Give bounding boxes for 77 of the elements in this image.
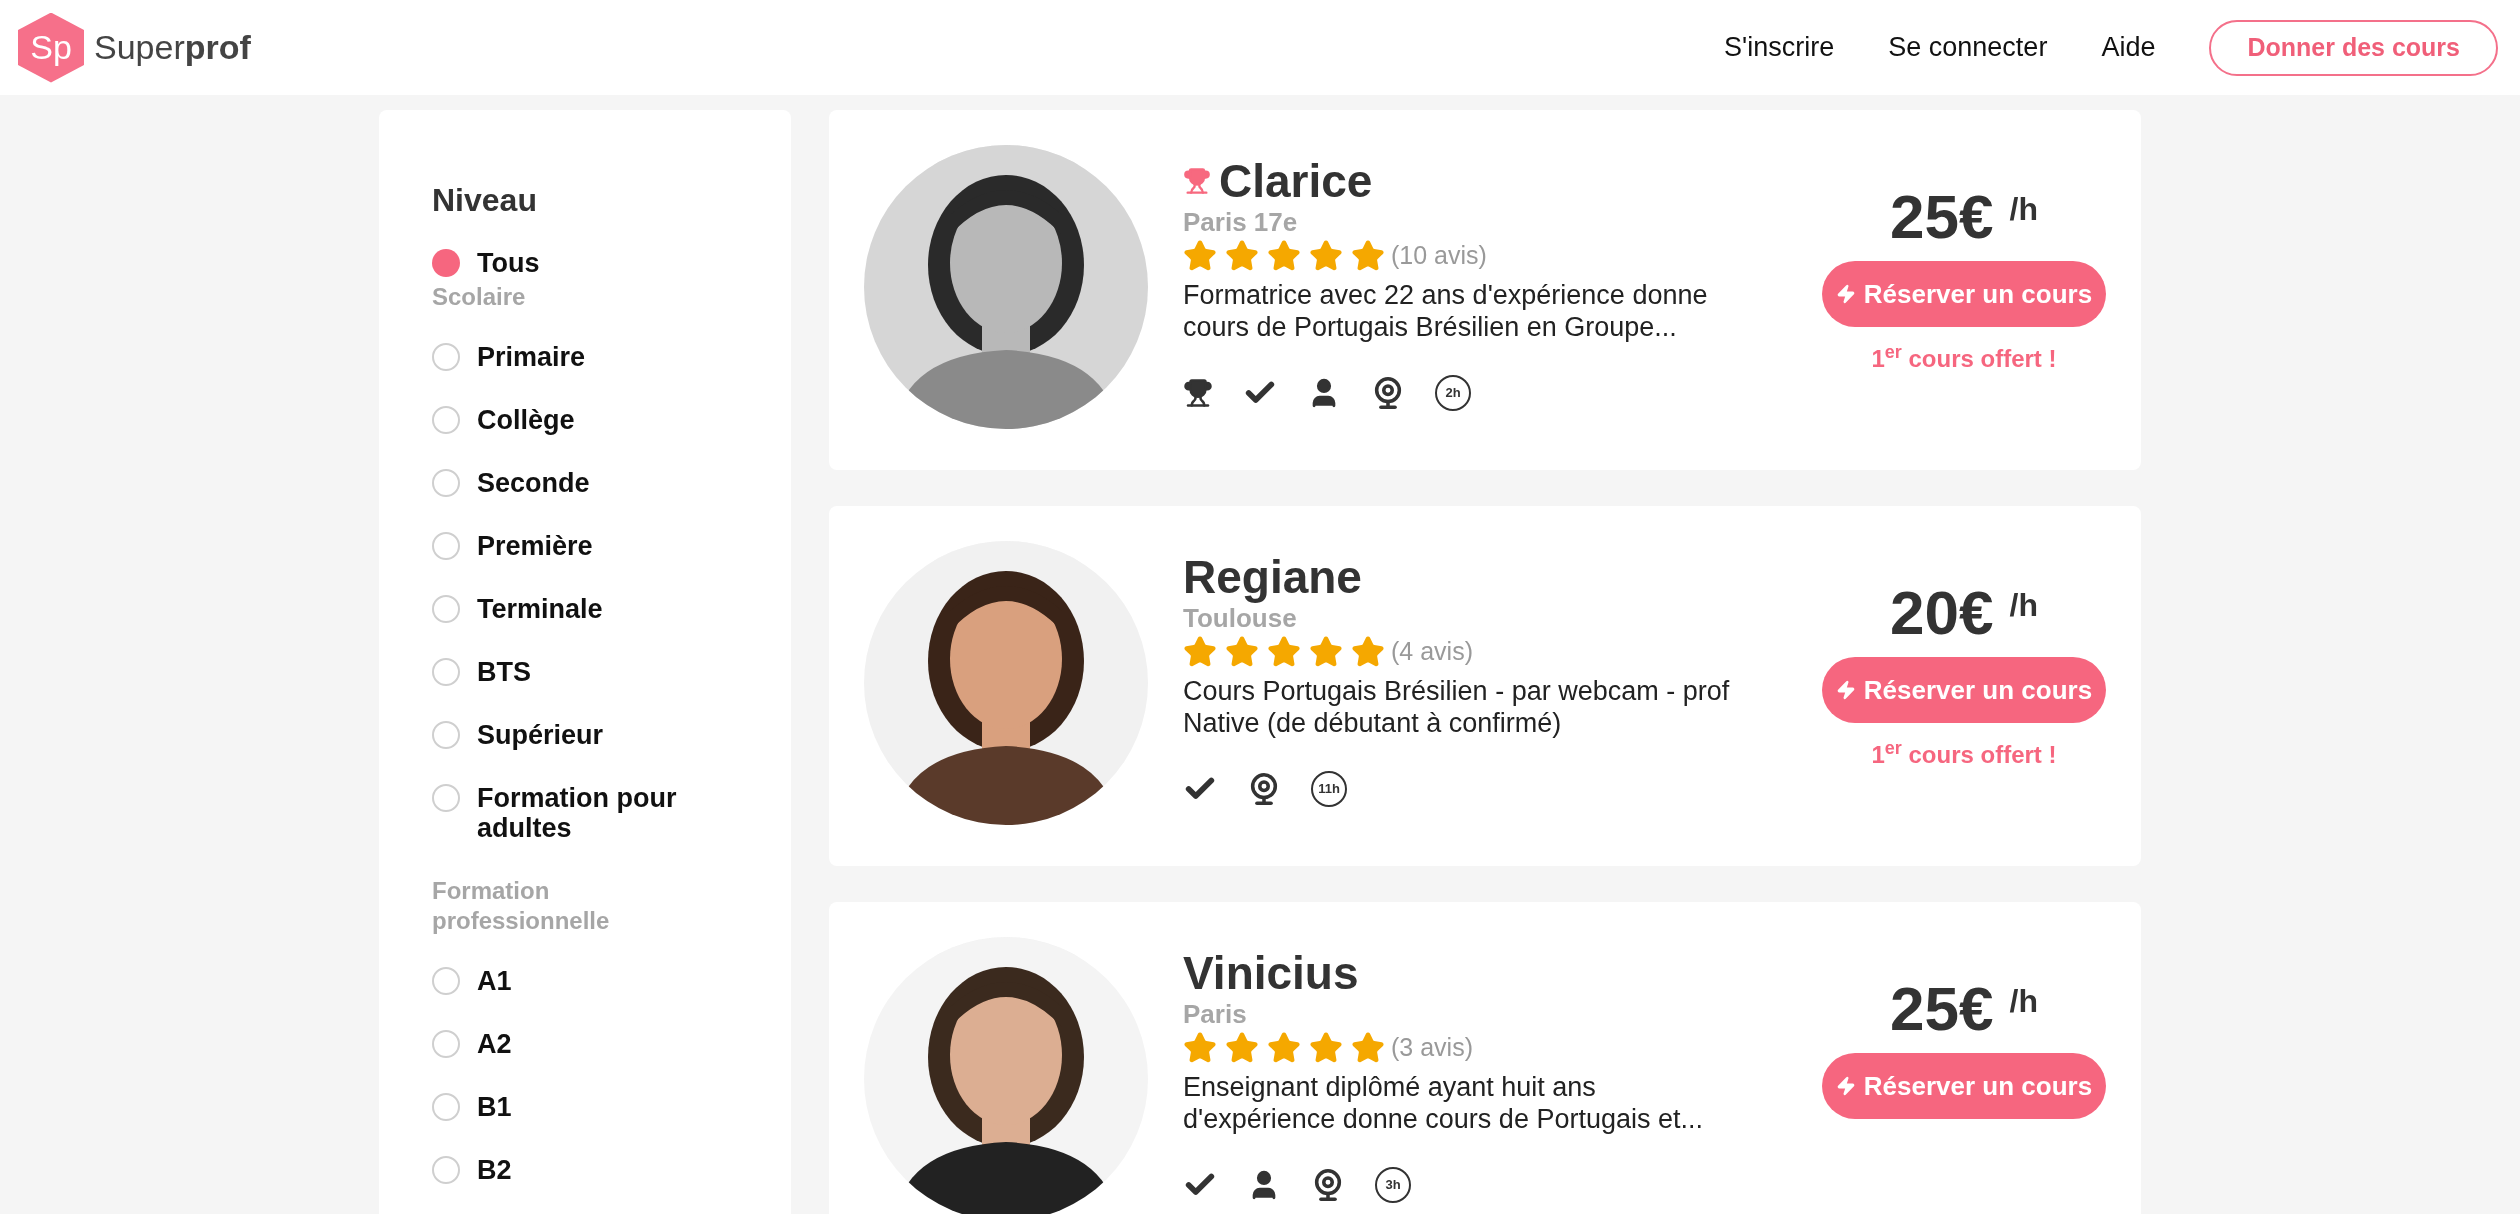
- radio-button[interactable]: [432, 595, 460, 623]
- nav-link[interactable]: Se connecter: [1888, 27, 2048, 68]
- price-unit: /h: [2009, 190, 2038, 229]
- hours-badge: 11h: [1311, 770, 1347, 807]
- level-option[interactable]: B1: [432, 1092, 771, 1122]
- radio-button[interactable]: [432, 249, 460, 277]
- radio-button[interactable]: [432, 343, 460, 371]
- star-icon: [1309, 238, 1343, 273]
- level-option[interactable]: Tous: [432, 248, 771, 278]
- logo-text[interactable]: Superprof: [94, 22, 251, 73]
- radio-button[interactable]: [432, 1156, 460, 1184]
- radio-button[interactable]: [432, 469, 460, 497]
- tutor-location: Paris 17e: [1183, 207, 1299, 237]
- group-label: Scolaire: [432, 282, 527, 312]
- level-option[interactable]: Terminale: [432, 594, 771, 624]
- nav-link[interactable]: Aide: [2101, 27, 2156, 68]
- offer-text: 1$^{er}$ cours offert !: [1871, 737, 2057, 770]
- radio-button[interactable]: [432, 532, 460, 560]
- level-option[interactable]: Formation pour adultes: [432, 783, 771, 843]
- level-option[interactable]: Collège: [432, 405, 771, 435]
- tutor-name: Vinicius: [1183, 947, 1359, 999]
- review-count: (10 avis): [1391, 240, 1487, 271]
- star-icon: [1225, 634, 1259, 669]
- tutor-card[interactable]: Clarice Paris 17e (10 avis) Formatrice avec 22 ans d'expérience donne cours de Portugais Brésilien en Groupe... 2h 25€ /h Réserver un cours 1$^{er}$ cours offert !: [829, 110, 2141, 470]
- price-unit: /h: [2009, 586, 2038, 625]
- group-label: Formation professionnelle: [432, 876, 611, 936]
- filter-title: Niveau: [432, 181, 538, 220]
- star-icon: [1351, 238, 1385, 273]
- tutor-name: Regiane: [1183, 551, 1362, 603]
- tutor-description: Cours Portugais Brésilien - par webcam - prof Native (de débutant à confirmé): [1183, 674, 1731, 739]
- star-icon: [1267, 634, 1301, 669]
- star-icon: [1351, 1030, 1385, 1065]
- level-option[interactable]: Primaire: [432, 342, 771, 372]
- price-unit: /h: [2009, 982, 2038, 1021]
- tutor-card[interactable]: Regiane Toulouse (4 avis) Cours Portugais Brésilien - par webcam - prof Native (de débutant à confirmé) 11h 20€ /h Réserver un cours 1$^{er}$ cours offert !: [829, 506, 2141, 866]
- star-icon: [1309, 634, 1343, 669]
- radio-button[interactable]: [432, 1093, 460, 1121]
- nav-link[interactable]: S'inscrire: [1724, 27, 1835, 68]
- level-option[interactable]: Supérieur: [432, 720, 771, 750]
- star-icon: [1225, 238, 1259, 273]
- price: 20€: [1890, 581, 1994, 645]
- star-icon: [1267, 1030, 1301, 1065]
- offer-text: 1$^{er}$ cours offert !: [1871, 341, 2057, 374]
- star-icon: [1267, 238, 1301, 273]
- tutor-description: Formatrice avec 22 ans d'expérience donne cours de Portugais Brésilien en Groupe...: [1183, 278, 1709, 343]
- star-icon: [1183, 238, 1217, 273]
- star-icon: [1309, 1030, 1343, 1065]
- level-option[interactable]: Seconde: [432, 468, 771, 498]
- radio-button[interactable]: [432, 784, 460, 812]
- lightning-icon: [1835, 1074, 1856, 1098]
- radio-button[interactable]: [432, 658, 460, 686]
- tutor-name: Clarice: [1219, 155, 1373, 207]
- radio-button[interactable]: [432, 721, 460, 749]
- hours-badge: 2h: [1435, 374, 1471, 411]
- radio-button[interactable]: [432, 1030, 460, 1058]
- tutor-description: Enseignant diplômé ayant huit ans d'expérience donne cours de Portugais et...: [1183, 1070, 1704, 1135]
- level-option[interactable]: BTS: [432, 657, 771, 687]
- price: 25€: [1890, 977, 1994, 1041]
- price: 25€: [1890, 185, 1994, 249]
- radio-button[interactable]: [432, 967, 460, 995]
- level-option[interactable]: Première: [432, 531, 771, 561]
- level-option[interactable]: A1: [432, 966, 771, 996]
- tutor-card[interactable]: Vinicius Paris (3 avis) Enseignant diplômé ayant huit ans d'expérience donne cours de Portugais et... 3h 25€ /h Réserver un cours: [829, 902, 2141, 1214]
- star-icon: [1183, 1030, 1217, 1065]
- star-icon: [1225, 1030, 1259, 1065]
- review-count: (4 avis): [1391, 636, 1473, 667]
- lightning-icon: [1835, 678, 1856, 702]
- star-icon: [1351, 634, 1385, 669]
- lightning-icon: [1835, 282, 1856, 306]
- hours-badge: 3h: [1375, 1166, 1411, 1203]
- review-count: (3 avis): [1391, 1032, 1473, 1063]
- level-option[interactable]: B2: [432, 1155, 771, 1185]
- level-option[interactable]: A2: [432, 1029, 771, 1059]
- tutor-location: Paris: [1183, 999, 1248, 1029]
- star-icon: [1183, 634, 1217, 669]
- radio-button[interactable]: [432, 406, 460, 434]
- tutor-location: Toulouse: [1183, 603, 1298, 633]
